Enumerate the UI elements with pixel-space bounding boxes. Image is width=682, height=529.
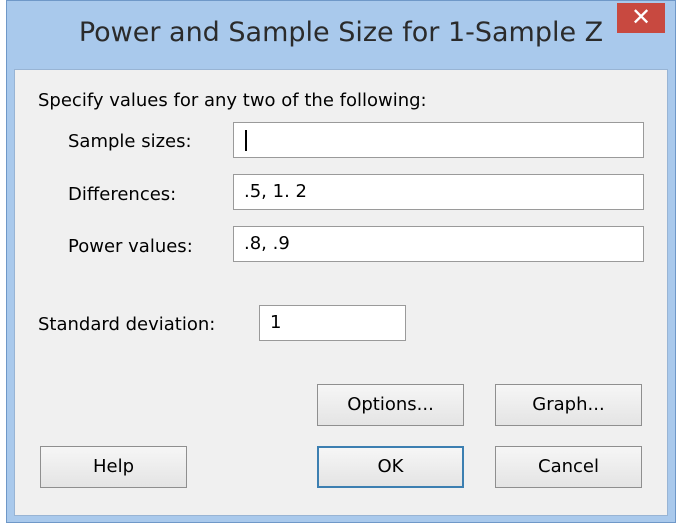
title-bar[interactable]: Power and Sample Size for 1-Sample Z ✕ (7, 1, 675, 69)
differences-label: Differences: (68, 184, 177, 205)
differences-input[interactable]: .5, 1. 2 (233, 174, 644, 210)
cancel-button[interactable]: Cancel (495, 446, 642, 488)
sample-sizes-input[interactable] (233, 122, 644, 158)
power-values-input[interactable]: .8, .9 (233, 226, 644, 262)
std-dev-input[interactable]: 1 (259, 305, 406, 341)
text-caret (245, 130, 247, 151)
std-dev-label: Standard deviation: (38, 314, 216, 335)
sample-sizes-label: Sample sizes: (68, 131, 192, 152)
dialog-title: Power and Sample Size for 1-Sample Z (78, 17, 604, 48)
help-button[interactable]: Help (40, 446, 187, 488)
instruction-text: Specify values for any two of the follow… (38, 90, 427, 111)
dialog-body: Specify values for any two of the follow… (14, 69, 668, 516)
close-icon: ✕ (630, 3, 652, 31)
dialog-window: Power and Sample Size for 1-Sample Z ✕ S… (6, 0, 676, 523)
options-button[interactable]: Options... (317, 384, 464, 426)
graph-button[interactable]: Graph... (495, 384, 642, 426)
power-values-label: Power values: (68, 236, 193, 257)
close-button[interactable]: ✕ (617, 3, 665, 33)
ok-button[interactable]: OK (317, 446, 464, 488)
